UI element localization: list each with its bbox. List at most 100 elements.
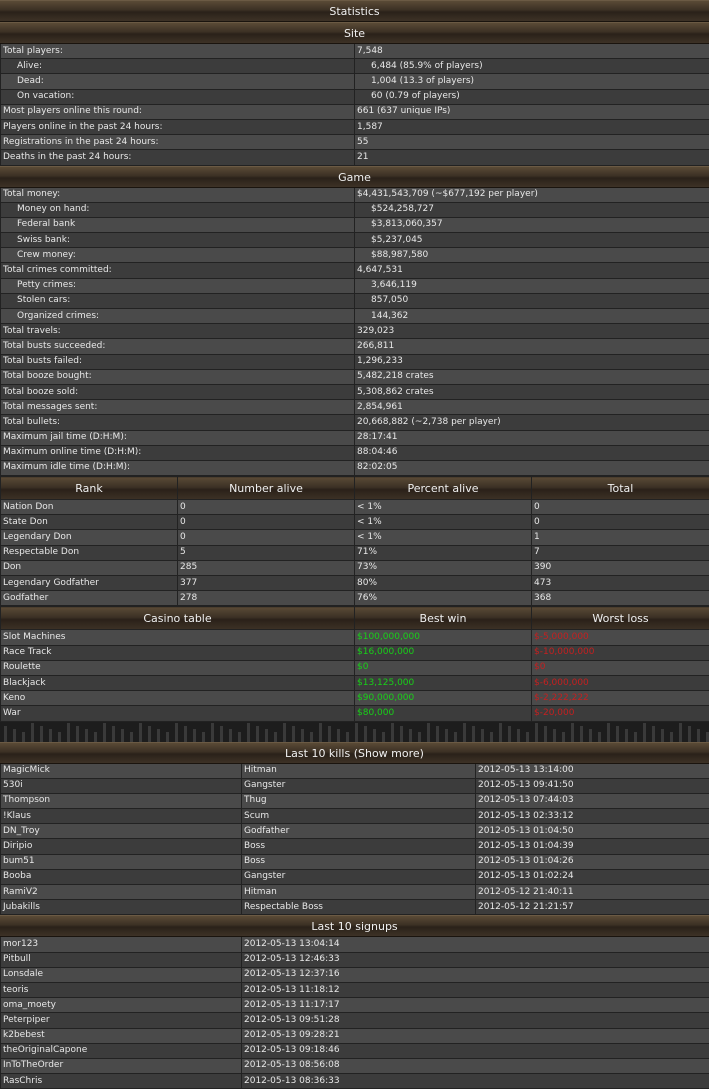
killed-player-link[interactable]: MagicMick [1,764,242,779]
signup-row: Pitbull2012-05-13 12:46:33 [1,952,709,967]
rank-row: Don28573%390 [1,560,709,575]
divider-tick [364,726,367,742]
killed-player-link[interactable]: Booba [1,869,242,884]
stat-label: Total messages sent: [1,400,355,415]
casino-worst-loss: $-10,000,000 [532,645,709,660]
number-alive-col-header: Number alive [178,477,355,500]
divider-tick [589,729,592,742]
signup-player-link[interactable]: k2bebest [1,1028,242,1043]
divider-tick [346,732,349,742]
killed-player-link[interactable]: RamiV2 [1,885,242,900]
rank-percent-alive: 76% [355,591,532,606]
casino-worst-loss: $-20,000 [532,706,709,721]
casino-row: Roulette$0$0 [1,660,709,675]
stat-label: Players online in the past 24 hours: [1,119,355,134]
rank-row: Respectable Don571%7 [1,545,709,560]
killed-player-link[interactable]: Thompson [1,793,242,808]
killed-player-rank: Thug [242,793,476,808]
signup-player-link[interactable]: Pitbull [1,952,242,967]
divider-tick [454,732,457,742]
divider-tick [202,732,205,742]
divider-tick [391,723,394,742]
signup-player-link[interactable]: teoris [1,982,242,997]
divider-tick [355,723,358,742]
last-kills-header[interactable]: Last 10 kills (Show more) [0,742,709,764]
rank-name: Respectable Don [1,545,178,560]
killed-player-link[interactable]: Jubakills [1,900,242,915]
game-stat-row: Total busts failed:1,296,233 [1,354,709,369]
stat-value: 144,362 [355,309,709,324]
casino-worst-loss: $-6,000,000 [532,675,709,690]
kill-timestamp: 2012-05-13 01:04:26 [476,854,709,869]
signup-player-link[interactable]: oma_moety [1,998,242,1013]
stat-value: 857,050 [355,293,709,308]
stat-value: 60 (0.79 of players) [355,89,709,104]
signup-player-link[interactable]: Peterpiper [1,1013,242,1028]
divider-tick [103,723,106,742]
rank-percent-alive: 73% [355,560,532,575]
signup-player-link[interactable]: RasChris [1,1074,242,1089]
stat-value: 88:04:46 [355,445,709,460]
signup-timestamp: 2012-05-13 12:46:33 [242,952,709,967]
casino-worst-loss: $0 [532,660,709,675]
rank-number-alive: 5 [178,545,355,560]
killed-player-link[interactable]: bum51 [1,854,242,869]
divider-tick [175,723,178,742]
killed-player-link[interactable]: !Klaus [1,809,242,824]
divider-tick [31,723,34,742]
killed-player-link[interactable]: 530i [1,778,242,793]
last-signups-header: Last 10 signups [0,915,709,937]
divider-tick [4,726,7,742]
divider-tick [526,732,529,742]
kill-row: !KlausScum2012-05-13 02:33:12 [1,809,709,824]
divider-tick [112,726,115,742]
divider-tick [328,726,331,742]
divider-tick [661,729,664,742]
signup-timestamp: 2012-05-13 09:28:21 [242,1028,709,1043]
divider-tick [148,726,151,742]
signup-row: Peterpiper2012-05-13 09:51:28 [1,1013,709,1028]
stat-value: 1,004 (13.3 of players) [355,74,709,89]
signup-player-link[interactable]: theOriginalCapone [1,1043,242,1058]
rank-percent-alive: 80% [355,576,532,591]
signup-timestamp: 2012-05-13 08:36:33 [242,1074,709,1089]
divider-tick [688,726,691,742]
rank-number-alive: 377 [178,576,355,591]
casino-best-win: $100,000,000 [355,630,532,645]
killed-player-rank: Gangster [242,869,476,884]
killed-player-link[interactable]: Diripio [1,839,242,854]
game-stat-row: Total messages sent:2,854,961 [1,400,709,415]
divider-tick [40,726,43,742]
stat-value: 1,587 [355,119,709,134]
stat-value: $5,237,045 [355,233,709,248]
decorative-divider [0,722,709,742]
kill-row: JubakillsRespectable Boss2012-05-12 21:2… [1,900,709,915]
killed-player-link[interactable]: DN_Troy [1,824,242,839]
game-stat-row: Total booze bought:5,482,218 crates [1,369,709,384]
divider-tick [184,726,187,742]
rank-name: Legendary Godfather [1,576,178,591]
rank-row: Legendary Don0< 1%1 [1,530,709,545]
rank-name: Nation Don [1,500,178,515]
rank-total: 0 [532,500,709,515]
kill-row: DiripioBoss2012-05-13 01:04:39 [1,839,709,854]
signup-player-link[interactable]: InToTheOrder [1,1058,242,1073]
rank-number-alive: 0 [178,515,355,530]
rank-number-alive: 285 [178,560,355,575]
stat-label: Total busts failed: [1,354,355,369]
signup-timestamp: 2012-05-13 13:04:14 [242,937,709,952]
signup-player-link[interactable]: Lonsdale [1,967,242,982]
site-stat-row: Dead:1,004 (13.3 of players) [1,74,709,89]
casino-game-name: Slot Machines [1,630,355,645]
casino-table: Casino table Best win Worst loss Slot Ma… [0,606,709,721]
kill-timestamp: 2012-05-13 02:33:12 [476,809,709,824]
divider-tick [625,729,628,742]
divider-tick [220,726,223,742]
stat-value: 82:02:05 [355,460,709,475]
rank-table: Rank Number alive Percent alive Total Na… [0,476,709,606]
stat-value: 3,646,119 [355,278,709,293]
signup-player-link[interactable]: mor123 [1,937,242,952]
stat-label: Maximum online time (D:H:M): [1,445,355,460]
divider-tick [445,729,448,742]
casino-row: Slot Machines$100,000,000$-5,000,000 [1,630,709,645]
